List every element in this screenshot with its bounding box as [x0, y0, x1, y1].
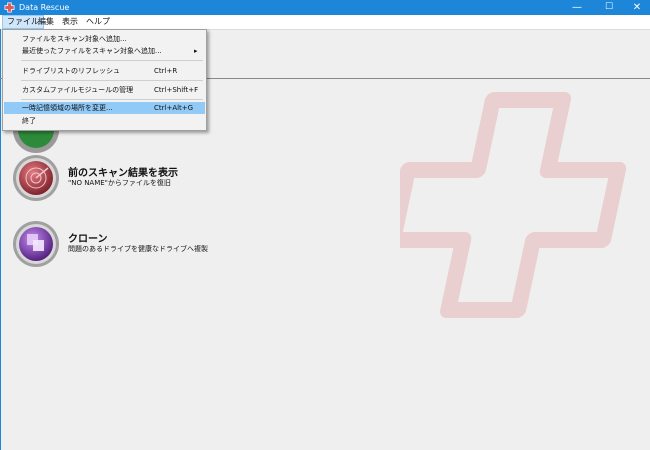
action-item-clone[interactable]: クローン 問題のあるドライブを健康なドライブへ複製 [12, 220, 312, 270]
menu-exit[interactable]: 終了 [4, 115, 205, 127]
window-title: Data Rescue [19, 3, 70, 12]
menu-add-recent-file[interactable]: 最近使ったファイルをスキャン対象へ追加... ▸ [4, 45, 205, 57]
maximize-button[interactable]: ☐ [592, 0, 626, 15]
minimize-button[interactable]: — [560, 0, 594, 15]
menu-separator [21, 80, 203, 81]
menu-change-temp-location[interactable]: 一時記憶領域の場所を変更... Ctrl+Alt+G [4, 102, 205, 114]
clone-label: クローン [68, 234, 108, 245]
menu-manage-custom-modules[interactable]: カスタムファイルモジュールの管理 Ctrl+Shift+F [4, 84, 205, 96]
previous-scan-icon [13, 155, 59, 201]
window-border [0, 29, 1, 450]
menu-separator [21, 99, 203, 100]
menu-bar: ファイル 編集 表示 ヘルプ [0, 15, 650, 30]
clone-icon [13, 221, 59, 267]
menu-help[interactable]: ヘルプ [82, 15, 114, 29]
close-button[interactable]: ✕ [624, 0, 650, 15]
menu-add-file-to-scan[interactable]: ファイルをスキャン対象へ追加... [4, 33, 205, 45]
menu-refresh-drive-list[interactable]: ドライブリストのリフレッシュ Ctrl+R [4, 65, 205, 77]
menu-separator [21, 60, 203, 61]
submenu-arrow-icon: ▸ [194, 47, 198, 55]
menu-view[interactable]: 表示 [58, 15, 82, 29]
previous-scan-label: 前のスキャン結果を表示 [68, 168, 178, 179]
action-item-previous-scan[interactable]: 前のスキャン結果を表示 "NO NAME"からファイルを復旧 [12, 154, 312, 204]
app-icon [4, 2, 15, 13]
title-bar: Data Rescue — ☐ ✕ [0, 0, 650, 15]
menu-edit[interactable]: 編集 [34, 15, 58, 29]
clone-desc: 問題のあるドライブを健康なドライブへ複製 [68, 245, 208, 253]
watermark-logo [400, 92, 627, 318]
file-menu-dropdown: ファイルをスキャン対象へ追加... 最近使ったファイルをスキャン対象へ追加...… [2, 29, 207, 131]
previous-scan-desc: "NO NAME"からファイルを復旧 [68, 179, 171, 187]
